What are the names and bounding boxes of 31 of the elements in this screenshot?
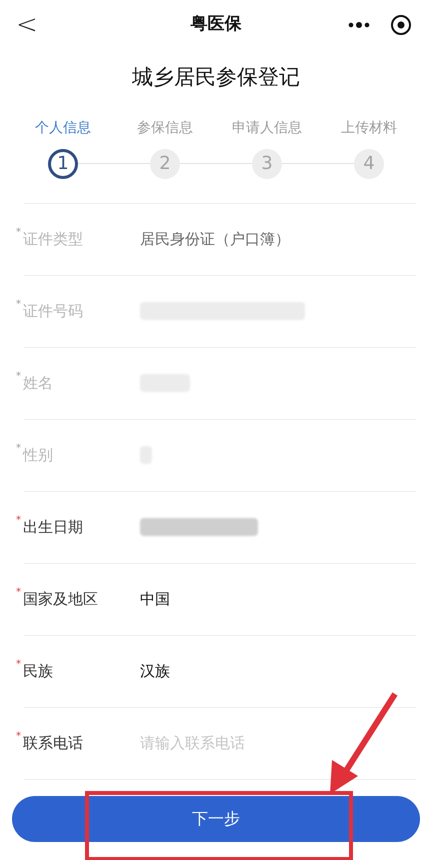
- required-mark: *: [16, 588, 21, 598]
- field-label: 证件号码: [23, 300, 83, 322]
- field-label: 性别: [23, 444, 53, 466]
- close-target-icon[interactable]: [390, 14, 412, 36]
- field-value: 中国: [140, 588, 170, 610]
- page-title: 城乡居民参保登记: [132, 64, 300, 91]
- required-mark: *: [16, 372, 21, 382]
- field-value: 居民身份证（户口簿）: [140, 228, 290, 250]
- field-value: 汉族: [140, 660, 170, 682]
- required-mark: *: [16, 732, 21, 742]
- required-mark: *: [16, 228, 21, 238]
- step-label: 个人信息: [35, 118, 91, 138]
- step-label: 上传材料: [341, 118, 397, 138]
- field-label: 联系电话: [23, 732, 83, 754]
- required-mark: *: [16, 660, 21, 670]
- phone-input-field[interactable]: 请输入联系电话: [140, 732, 416, 754]
- step-number[interactable]: 1: [48, 148, 78, 178]
- next-button[interactable]: 下一步: [12, 796, 420, 842]
- back-button[interactable]: <: [16, 12, 38, 38]
- field-label: 国家及地区: [23, 588, 98, 610]
- more-icon[interactable]: [348, 22, 370, 28]
- field-label: 证件类型: [23, 228, 83, 250]
- required-mark: *: [16, 516, 21, 526]
- required-mark: *: [16, 300, 21, 310]
- field-label: 姓名: [23, 372, 53, 394]
- step-label: 参保信息: [137, 118, 193, 138]
- step-label: 申请人信息: [232, 118, 302, 138]
- field-label: 民族: [23, 660, 53, 682]
- nav-title: 粤医保: [190, 13, 242, 36]
- field-label: 出生日期: [23, 516, 83, 538]
- required-mark: *: [16, 444, 21, 454]
